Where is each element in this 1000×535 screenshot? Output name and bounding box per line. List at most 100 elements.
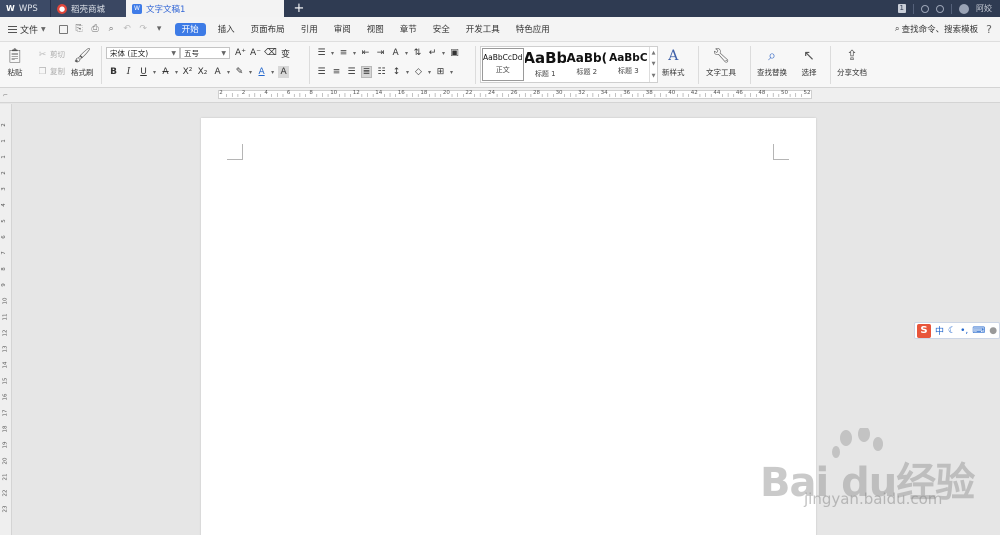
tab-security[interactable]: 安全: [425, 17, 458, 42]
tab-view[interactable]: 视图: [359, 17, 392, 42]
command-search[interactable]: ⌕ 查找命令、搜索模板: [895, 23, 986, 35]
new-tab-button[interactable]: +: [284, 0, 314, 17]
highlight-icon[interactable]: ✎: [234, 66, 245, 78]
show-marks-icon[interactable]: ↵: [427, 47, 438, 59]
chinese-layout-icon[interactable]: A: [390, 47, 401, 59]
chevron-down-icon[interactable]: ▾: [153, 69, 156, 76]
find-replace-button[interactable]: ⌕ 查找替换: [757, 47, 787, 78]
bullet-list-icon[interactable]: ☰: [316, 47, 327, 59]
document-page[interactable]: [201, 118, 816, 535]
tab-insert[interactable]: 插入: [210, 17, 243, 42]
avatar[interactable]: [959, 3, 969, 14]
ime-toolbar[interactable]: S 中 ☾ •, ⌨ ●: [914, 322, 1000, 339]
style-heading-2[interactable]: AaBb( 标题 2: [566, 47, 608, 82]
share-button[interactable]: ⇪ 分享文档: [837, 47, 867, 78]
expand-icon[interactable]: ▼: [652, 73, 656, 79]
chevron-down-icon[interactable]: ▾: [405, 50, 408, 57]
chevron-down-icon[interactable]: ▾: [450, 69, 453, 76]
chevron-down-icon[interactable]: ▾: [406, 69, 409, 76]
copy-button[interactable]: ❐ 复制: [37, 66, 65, 77]
format-painter-button[interactable]: 🖌︎ 格式刷: [71, 47, 94, 78]
font-name-select[interactable]: 宋体 (正文) ▼: [106, 47, 180, 59]
ime-language[interactable]: 中: [935, 324, 944, 337]
font-size-select[interactable]: 五号 ▼: [180, 47, 230, 59]
output-pdf-icon[interactable]: ⎘: [74, 24, 85, 35]
redo-icon[interactable]: ↷: [138, 24, 149, 35]
help-button[interactable]: ?: [986, 23, 1000, 36]
customize-toolbar-icon[interactable]: ▾: [154, 24, 165, 35]
text-effect-icon[interactable]: A: [212, 66, 223, 78]
increase-indent-icon[interactable]: ⇥: [375, 47, 386, 59]
style-heading-1[interactable]: AaBb 标题 1: [525, 47, 567, 82]
chevron-down-icon[interactable]: ▾: [331, 50, 334, 57]
tab-review[interactable]: 审阅: [326, 17, 359, 42]
new-style-button[interactable]: A 新样式: [662, 47, 685, 78]
style-normal[interactable]: AaBbCcDd 正文: [482, 48, 524, 81]
style-gallery-scroller[interactable]: ▲ ▼ ▼: [649, 47, 657, 82]
file-menu-button[interactable]: 文件 ▼: [0, 17, 52, 42]
chevron-down-icon[interactable]: ▾: [428, 69, 431, 76]
user-name[interactable]: 阿姣: [976, 3, 992, 14]
grow-font-icon[interactable]: A⁺: [235, 47, 246, 59]
align-center-icon[interactable]: ≡: [331, 66, 342, 78]
skin-icon[interactable]: [921, 4, 929, 13]
line-spacing-icon[interactable]: ↕: [391, 66, 402, 78]
style-heading-3[interactable]: AaBbC 标题 3: [608, 47, 650, 82]
shirt-icon[interactable]: [936, 4, 944, 13]
font-color-icon[interactable]: A: [256, 66, 267, 78]
chevron-down-icon[interactable]: ▾: [175, 69, 178, 76]
align-right-icon[interactable]: ☰: [346, 66, 357, 78]
tab-page-layout[interactable]: 页面布局: [243, 17, 293, 42]
vertical-ruler[interactable]: 2 1 1 2 3 4 5 6 7 8 9 10 11 12 13 14 15 16 17 18 19 20 21 22 23: [0, 104, 12, 535]
moon-icon[interactable]: ☾: [948, 326, 956, 336]
bold-icon[interactable]: B: [108, 66, 119, 78]
shading-icon[interactable]: ◇: [413, 66, 424, 78]
tab-developer[interactable]: 开发工具: [458, 17, 508, 42]
chevron-up-icon[interactable]: ▲: [652, 50, 656, 56]
chevron-down-icon[interactable]: ▾: [442, 50, 445, 57]
save-icon[interactable]: [58, 24, 69, 35]
text-box-icon[interactable]: ▣: [449, 47, 460, 59]
ruler-track[interactable]: 2 2 4 6 8 10 12 14 16 18 20 22 24 26 28 30 32 34 36 38 40 42 4…: [218, 90, 812, 99]
chevron-down-icon[interactable]: ▾: [227, 69, 230, 76]
strikethrough-icon[interactable]: A: [160, 66, 171, 78]
keyboard-icon[interactable]: ⌨: [972, 326, 985, 336]
print-icon[interactable]: ⎙: [90, 24, 101, 35]
tab-references[interactable]: 引用: [293, 17, 326, 42]
tab-sections[interactable]: 章节: [392, 17, 425, 42]
undo-icon[interactable]: ↶: [122, 24, 133, 35]
horizontal-ruler[interactable]: ⌐ 2 2 4 6 8 10 12 14 16 18 20 22 24 26 28 30 32 34 36 38 40 4…: [0, 88, 1000, 103]
print-preview-icon[interactable]: ⌕: [106, 24, 117, 35]
chevron-down-icon[interactable]: ▾: [249, 69, 252, 76]
numbered-list-icon[interactable]: ≡: [338, 47, 349, 59]
chevron-down-icon[interactable]: ▼: [652, 61, 656, 67]
superscript-icon[interactable]: X²: [182, 66, 193, 78]
align-left-icon[interactable]: ☰: [316, 66, 327, 78]
select-button[interactable]: ↖ 选择: [801, 47, 817, 78]
window-count-badge[interactable]: 1: [897, 4, 906, 13]
underline-icon[interactable]: U: [138, 66, 149, 78]
tab-special-apps[interactable]: 特色应用: [508, 17, 558, 42]
sort-icon[interactable]: ⇅: [412, 47, 423, 59]
chevron-down-icon[interactable]: ▾: [271, 69, 274, 76]
decrease-indent-icon[interactable]: ⇤: [360, 47, 371, 59]
shrink-font-icon[interactable]: A⁻: [250, 47, 261, 59]
tab-wps[interactable]: W WPS: [0, 0, 50, 17]
subscript-icon[interactable]: X₂: [197, 66, 208, 78]
punctuation-icon[interactable]: •,: [960, 326, 968, 336]
tab-home[interactable]: 开始: [174, 22, 206, 36]
borders-icon[interactable]: ⊞: [435, 66, 446, 78]
justify-icon[interactable]: ≣: [361, 66, 372, 78]
char-shading-icon[interactable]: A: [278, 66, 290, 78]
distributed-icon[interactable]: ☷: [376, 66, 387, 78]
user-icon[interactable]: ●: [989, 326, 997, 336]
tab-stop-selector[interactable]: ⌐: [3, 92, 8, 99]
clear-format-icon[interactable]: ⌫: [264, 47, 277, 59]
text-tools-button[interactable]: 🔧︎ 文字工具: [706, 47, 736, 78]
tab-docer-store[interactable]: ● 稻壳商城: [50, 0, 126, 17]
tab-document[interactable]: W 文字文稿1: [126, 0, 284, 17]
paste-button[interactable]: 📋︎ 粘贴: [6, 47, 24, 78]
cut-button[interactable]: ✂ 剪切: [37, 49, 65, 60]
italic-icon[interactable]: I: [123, 66, 134, 78]
phonetic-guide-icon[interactable]: 变: [280, 47, 291, 60]
